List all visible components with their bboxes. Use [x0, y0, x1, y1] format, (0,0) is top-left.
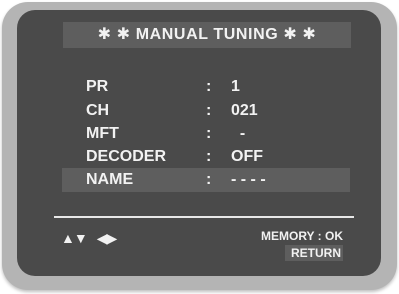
- menu-label: PR: [86, 78, 109, 95]
- divider: [54, 216, 354, 218]
- menu-value: -: [231, 125, 246, 142]
- menu-colon: :: [206, 171, 212, 188]
- memory-ok-hint: MEMORY : OK: [260, 229, 343, 243]
- nav-keys-hint: ▲▼ ◀▶: [61, 230, 118, 247]
- menu-colon: :: [206, 102, 212, 119]
- menu-row-name[interactable]: NAME : - - - -: [62, 168, 350, 192]
- menu-value: OFF: [231, 148, 263, 165]
- osd-screen: ✱ ✱ MANUAL TUNING ✱ ✱ PR : 1 CH : 021 MF…: [17, 10, 381, 276]
- menu-label: NAME: [86, 171, 134, 188]
- menu-row-ch[interactable]: CH : 021: [62, 99, 350, 123]
- menu-label: DECODER: [86, 148, 167, 165]
- up-down-arrows-icon: ▲▼: [61, 230, 88, 246]
- menu-row-mft[interactable]: MFT : -: [62, 122, 350, 146]
- menu-row-decoder[interactable]: DECODER : OFF: [62, 145, 350, 169]
- menu-colon: :: [206, 148, 212, 165]
- left-right-arrows-icon: ◀▶: [96, 230, 118, 246]
- menu-label: MFT: [86, 125, 119, 142]
- menu-row-pr[interactable]: PR : 1: [62, 75, 350, 99]
- menu-label: CH: [86, 102, 110, 119]
- return-hint: RETURN: [285, 245, 343, 261]
- menu-colon: :: [206, 125, 212, 142]
- menu-value: 1: [231, 78, 240, 95]
- menu-title: ✱ ✱ MANUAL TUNING ✱ ✱: [63, 22, 351, 48]
- menu-colon: :: [206, 78, 212, 95]
- menu-value: 021: [231, 102, 258, 119]
- menu-value: - - - -: [231, 171, 266, 188]
